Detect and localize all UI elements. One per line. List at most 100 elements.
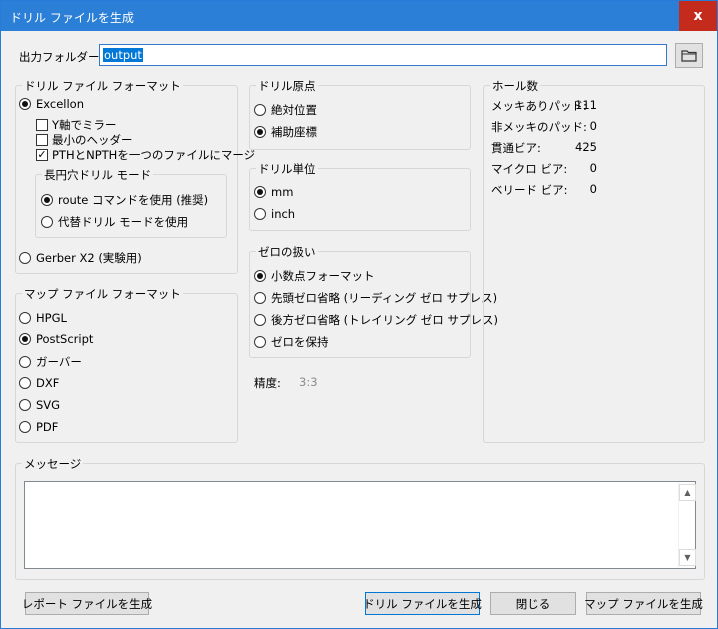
- checkbox-box: [36, 134, 48, 146]
- merge-pth-label: PTHとNPTHを一つのファイルにマージ: [52, 148, 256, 162]
- radio-indicator: [19, 252, 31, 264]
- route-command-radio[interactable]: route コマンドを使用 (推奨): [41, 192, 208, 208]
- radio-indicator: [254, 314, 266, 326]
- radio-indicator: [19, 312, 31, 324]
- check-icon: ✓: [36, 148, 48, 161]
- map-dxf-label: DXF: [36, 376, 60, 390]
- mirror-y-label: Y軸でミラー: [52, 118, 117, 132]
- drill-units-title: ドリル単位: [256, 161, 318, 177]
- radio-indicator: [254, 292, 266, 304]
- alternate-drill-radio[interactable]: 代替ドリル モードを使用: [41, 214, 188, 230]
- scroll-down-icon[interactable]: ▼: [679, 549, 696, 566]
- map-svg-label: SVG: [36, 398, 61, 412]
- browse-folder-button[interactable]: [675, 43, 703, 68]
- map-format-title: マップ ファイル フォーマット: [22, 286, 183, 302]
- close-icon: x: [693, 8, 703, 24]
- radio-indicator: [41, 216, 53, 228]
- map-pdf-radio[interactable]: PDF: [19, 420, 58, 434]
- map-pdf-label: PDF: [36, 420, 59, 434]
- merge-pth-checkbox[interactable]: ✓ PTHとNPTHを一つのファイルにマージ: [36, 147, 255, 163]
- zeros-keep-label: ゼロを保持: [271, 335, 329, 349]
- map-hpgl-radio[interactable]: HPGL: [19, 311, 67, 325]
- min-header-label: 最小のヘッダー: [52, 133, 133, 147]
- output-folder-label: 出力フォルダー:: [19, 50, 104, 64]
- origin-aux-label: 補助座標: [271, 125, 317, 139]
- scroll-up-icon[interactable]: ▲: [679, 484, 696, 501]
- radio-indicator: [19, 377, 31, 389]
- checkbox-box: [36, 119, 48, 131]
- map-svg-radio[interactable]: SVG: [19, 398, 60, 412]
- excellon-radio[interactable]: Excellon: [19, 97, 84, 111]
- zeros-suppress-leading-label: 先頭ゼロ省略 (リーディング ゼロ サプレス): [271, 291, 498, 305]
- close-window-button[interactable]: x: [679, 1, 717, 31]
- messages-title: メッセージ: [22, 456, 84, 472]
- radio-indicator: [254, 270, 266, 282]
- zeros-decimal-label: 小数点フォーマット: [271, 269, 375, 283]
- close-button[interactable]: 閉じる: [490, 592, 576, 615]
- gerber-x2-label: Gerber X2 (実験用): [36, 251, 142, 265]
- alternate-drill-label: 代替ドリル モードを使用: [58, 215, 189, 229]
- units-mm-label: mm: [271, 185, 294, 199]
- drill-origin-title: ドリル原点: [256, 78, 318, 94]
- through-vias-value: 425: [575, 140, 597, 154]
- origin-aux-radio[interactable]: 補助座標: [254, 124, 317, 140]
- micro-vias-label: マイクロ ビア:: [491, 162, 568, 176]
- radio-indicator: [41, 194, 53, 206]
- map-gerber-label: ガーバー: [36, 355, 82, 369]
- zeros-suppress-trailing-radio[interactable]: 後方ゼロ省略 (トレイリング ゼロ サプレス): [254, 312, 498, 328]
- hole-counts-title: ホール数: [490, 78, 540, 94]
- map-dxf-radio[interactable]: DXF: [19, 376, 59, 390]
- precision-label: 精度:: [254, 376, 281, 390]
- radio-indicator: [19, 333, 31, 345]
- radio-indicator: [254, 186, 266, 198]
- messages-textarea[interactable]: ▲ ▼: [24, 481, 696, 569]
- gerber-x2-radio[interactable]: Gerber X2 (実験用): [19, 250, 142, 266]
- zeros-keep-radio[interactable]: ゼロを保持: [254, 334, 329, 350]
- zeros-suppress-trailing-label: 後方ゼロ省略 (トレイリング ゼロ サプレス): [271, 313, 498, 327]
- radio-indicator: [254, 336, 266, 348]
- zeros-format-title: ゼロの扱い: [256, 244, 318, 260]
- buried-vias-label: ベリード ビア:: [491, 183, 568, 197]
- radio-indicator: [19, 356, 31, 368]
- folder-icon: [681, 50, 697, 62]
- origin-absolute-label: 絶対位置: [271, 103, 317, 117]
- mirror-y-checkbox[interactable]: Y軸でミラー: [36, 117, 117, 133]
- units-inch-label: inch: [271, 207, 296, 221]
- plated-pads-value: 111: [575, 98, 597, 112]
- through-vias-label: 貫通ビア:: [491, 141, 541, 155]
- units-mm-radio[interactable]: mm: [254, 185, 293, 199]
- map-hpgl-label: HPGL: [36, 311, 67, 325]
- map-postscript-radio[interactable]: PostScript: [19, 332, 93, 346]
- drill-file-dialog: ドリル ファイルを生成 x 出力フォルダー: output ドリル ファイル フ…: [0, 0, 718, 629]
- nonplated-pads-value: 0: [589, 119, 597, 133]
- route-command-label: route コマンドを使用 (推奨): [58, 193, 209, 207]
- generate-report-button[interactable]: レポート ファイルを生成: [22, 592, 152, 615]
- radio-indicator: [254, 208, 266, 220]
- precision-value: 3:3: [299, 375, 318, 389]
- hole-counts-group: ホール数: [483, 78, 705, 443]
- buried-vias-value: 0: [589, 182, 597, 196]
- radio-indicator: [19, 399, 31, 411]
- generate-map-button[interactable]: マップ ファイルを生成: [584, 592, 703, 615]
- excellon-label: Excellon: [36, 97, 84, 111]
- map-postscript-label: PostScript: [36, 332, 94, 346]
- map-gerber-radio[interactable]: ガーバー: [19, 354, 82, 370]
- radio-indicator: [19, 421, 31, 433]
- output-folder-input[interactable]: output: [99, 44, 667, 66]
- generate-drill-button[interactable]: ドリル ファイルを生成: [363, 592, 482, 615]
- title-bar: ドリル ファイルを生成 x: [1, 1, 717, 31]
- min-header-checkbox[interactable]: 最小のヘッダー: [36, 132, 133, 148]
- radio-indicator: [19, 98, 31, 110]
- output-folder-value: output: [103, 48, 143, 62]
- zeros-decimal-radio[interactable]: 小数点フォーマット: [254, 268, 375, 284]
- units-inch-radio[interactable]: inch: [254, 207, 295, 221]
- drill-units-group: ドリル単位: [249, 161, 471, 231]
- drill-format-title: ドリル ファイル フォーマット: [22, 78, 183, 94]
- micro-vias-value: 0: [589, 161, 597, 175]
- origin-absolute-radio[interactable]: 絶対位置: [254, 102, 317, 118]
- window-title: ドリル ファイルを生成: [10, 11, 134, 25]
- radio-indicator: [254, 104, 266, 116]
- messages-scrollbar[interactable]: ▲ ▼: [678, 482, 696, 568]
- radio-indicator: [254, 126, 266, 138]
- zeros-suppress-leading-radio[interactable]: 先頭ゼロ省略 (リーディング ゼロ サプレス): [254, 290, 497, 306]
